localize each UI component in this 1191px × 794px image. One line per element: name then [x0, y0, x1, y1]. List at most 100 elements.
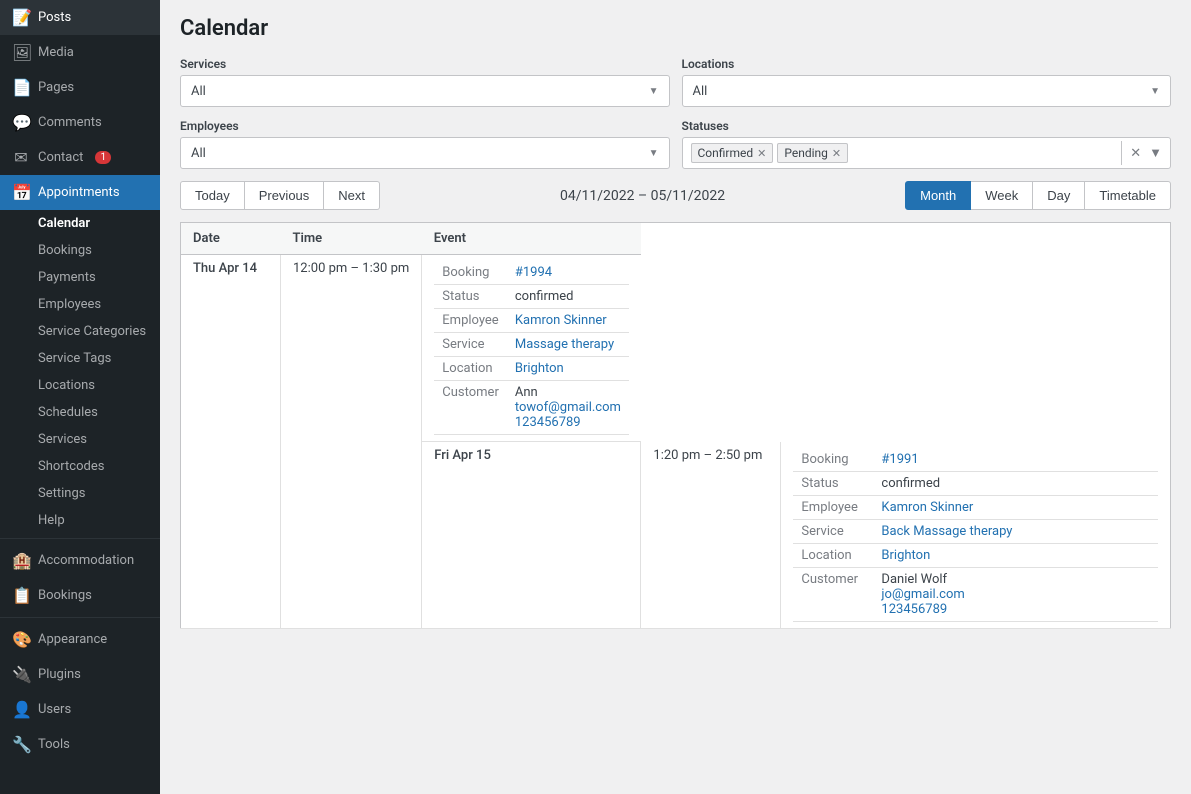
customer-value-2: Daniel Wolf jo@gmail.com 123456789 [873, 567, 1158, 621]
locations-select[interactable]: All ▼ [682, 75, 1172, 107]
sidebar-item-label: Users [38, 702, 71, 717]
booking-link-1[interactable]: #1994 [515, 265, 552, 280]
sidebar-divider [0, 538, 160, 539]
view-month-button[interactable]: Month [905, 181, 971, 210]
sidebar-item-contact[interactable]: ✉ Contact 1 [0, 140, 160, 175]
sidebar-sub-service-categories[interactable]: Service Categories [0, 318, 160, 345]
employee-value-2: Kamron Skinner [873, 495, 1158, 519]
sidebar-item-label: Plugins [38, 667, 81, 682]
previous-button[interactable]: Previous [245, 181, 325, 210]
employee-link-2[interactable]: Kamron Skinner [881, 500, 973, 515]
sidebar-sub-settings[interactable]: Settings [0, 480, 160, 507]
filter-grid: Services All ▼ Locations All ▼ Employees… [180, 57, 1171, 169]
sidebar-item-label: Contact [38, 150, 83, 165]
statuses-filter-wrapper: Confirmed ✕ Pending ✕ ✕ ▼ [682, 137, 1172, 169]
sidebar-item-label: Posts [38, 10, 71, 25]
services-label: Services [180, 57, 670, 71]
status-tag-pending: Pending ✕ [777, 143, 848, 163]
sidebar-sub-schedules[interactable]: Schedules [0, 399, 160, 426]
sidebar-sub-shortcodes[interactable]: Shortcodes [0, 453, 160, 480]
sidebar-sub-help[interactable]: Help [0, 507, 160, 534]
statuses-clear-icon[interactable]: ✕ [1126, 142, 1145, 165]
statuses-label: Statuses [682, 119, 1172, 133]
customer-email-2[interactable]: jo@gmail.com [881, 587, 964, 602]
status-tag-confirmed: Confirmed ✕ [691, 143, 774, 163]
sidebar-sub-bookings[interactable]: Bookings [0, 237, 160, 264]
contact-badge: 1 [95, 151, 111, 164]
time-cell-1: 12:00 pm – 1:30 pm [281, 255, 422, 629]
status-tag-pending-label: Pending [784, 146, 828, 160]
sidebar-item-posts[interactable]: 📝 Posts [0, 0, 160, 35]
time-cell-2: 1:20 pm – 2:50 pm [641, 442, 781, 629]
customer-email-1[interactable]: towof@gmail.com [515, 400, 621, 415]
sidebar-item-media[interactable]: 🖼 Media [0, 35, 160, 70]
customer-value-1: Ann towof@gmail.com 123456789 [507, 381, 629, 435]
sidebar-item-plugins[interactable]: 🔌 Plugins [0, 657, 160, 692]
view-timetable-button[interactable]: Timetable [1085, 181, 1171, 210]
employee-link-1[interactable]: Kamron Skinner [515, 313, 607, 328]
booking-link-2[interactable]: #1991 [881, 452, 918, 467]
sidebar-item-label: Accommodation [38, 553, 134, 568]
next-button[interactable]: Next [324, 181, 380, 210]
event-location-row: Location Brighton [434, 357, 629, 381]
sidebar-item-accommodation[interactable]: 🏨 Accommodation [0, 543, 160, 578]
sidebar-sub-payments[interactable]: Payments [0, 264, 160, 291]
sidebar-item-bookings[interactable]: 📋 Bookings [0, 578, 160, 613]
accommodation-icon: 🏨 [12, 551, 30, 570]
bookings-icon: 📋 [12, 586, 30, 605]
nav-button-group: Today Previous Next [180, 181, 380, 210]
status-label-2: Status [793, 471, 873, 495]
contact-icon: ✉ [12, 148, 30, 167]
service-value-1: Massage therapy [507, 333, 629, 357]
event-status-row: Status confirmed [434, 285, 629, 309]
event-booking-row-2: Booking #1991 [793, 448, 1158, 472]
status-tag-pending-remove[interactable]: ✕ [832, 147, 841, 160]
sidebar-item-appearance[interactable]: 🎨 Appearance [0, 622, 160, 657]
today-button[interactable]: Today [180, 181, 245, 210]
posts-icon: 📝 [12, 8, 30, 27]
sidebar-sub-services[interactable]: Services [0, 426, 160, 453]
sidebar-item-appointments[interactable]: 📅 Appointments [0, 175, 160, 210]
col-header-date: Date [181, 223, 281, 255]
appearance-icon: 🎨 [12, 630, 30, 649]
event-service-row: Service Massage therapy [434, 333, 629, 357]
sidebar-sub-calendar[interactable]: Calendar [0, 210, 160, 237]
date-cell-2: Fri Apr 15 [422, 442, 641, 629]
sidebar-item-tools[interactable]: 🔧 Tools [0, 727, 160, 762]
date-range: 04/11/2022 – 05/11/2022 [380, 188, 905, 204]
view-week-button[interactable]: Week [971, 181, 1033, 210]
customer-phone-1[interactable]: 123456789 [515, 415, 581, 430]
sidebar-item-users[interactable]: 👤 Users [0, 692, 160, 727]
main-content: Calendar Services All ▼ Locations All ▼ … [160, 0, 1191, 794]
status-tag-confirmed-remove[interactable]: ✕ [757, 147, 766, 160]
service-link-1[interactable]: Massage therapy [515, 337, 614, 352]
sidebar-item-label: Appointments [38, 185, 120, 200]
employees-filter-group: Employees All ▼ [180, 119, 670, 169]
appointments-icon: 📅 [12, 183, 30, 202]
location-link-1[interactable]: Brighton [515, 361, 564, 376]
page-title: Calendar [180, 16, 1171, 41]
media-icon: 🖼 [12, 43, 30, 62]
statuses-dropdown-icon[interactable]: ▼ [1145, 141, 1166, 165]
sidebar: 📝 Posts 🖼 Media 📄 Pages 💬 Comments ✉ Con… [0, 0, 160, 794]
services-dropdown-icon: ▼ [649, 86, 659, 97]
service-link-2[interactable]: Back Massage therapy [881, 524, 1012, 539]
sidebar-item-pages[interactable]: 📄 Pages [0, 70, 160, 105]
status-tag-confirmed-label: Confirmed [698, 146, 754, 160]
locations-filter-group: Locations All ▼ [682, 57, 1172, 107]
event-employee-row-2: Employee Kamron Skinner [793, 495, 1158, 519]
sidebar-sub-locations[interactable]: Locations [0, 372, 160, 399]
sidebar-sub-employees[interactable]: Employees [0, 291, 160, 318]
event-customer-row: Customer Ann towof@gmail.com 123456789 [434, 381, 629, 435]
customer-label-2: Customer [793, 567, 873, 621]
event-cell-1: Booking #1994 Status confirmed Employee [422, 255, 641, 442]
sidebar-sub-service-tags[interactable]: Service Tags [0, 345, 160, 372]
comments-icon: 💬 [12, 113, 30, 132]
employees-select[interactable]: All ▼ [180, 137, 670, 169]
view-day-button[interactable]: Day [1033, 181, 1085, 210]
customer-phone-2[interactable]: 123456789 [881, 602, 947, 617]
sidebar-item-comments[interactable]: 💬 Comments [0, 105, 160, 140]
location-value-2: Brighton [873, 543, 1158, 567]
services-select[interactable]: All ▼ [180, 75, 670, 107]
location-link-2[interactable]: Brighton [881, 548, 930, 563]
